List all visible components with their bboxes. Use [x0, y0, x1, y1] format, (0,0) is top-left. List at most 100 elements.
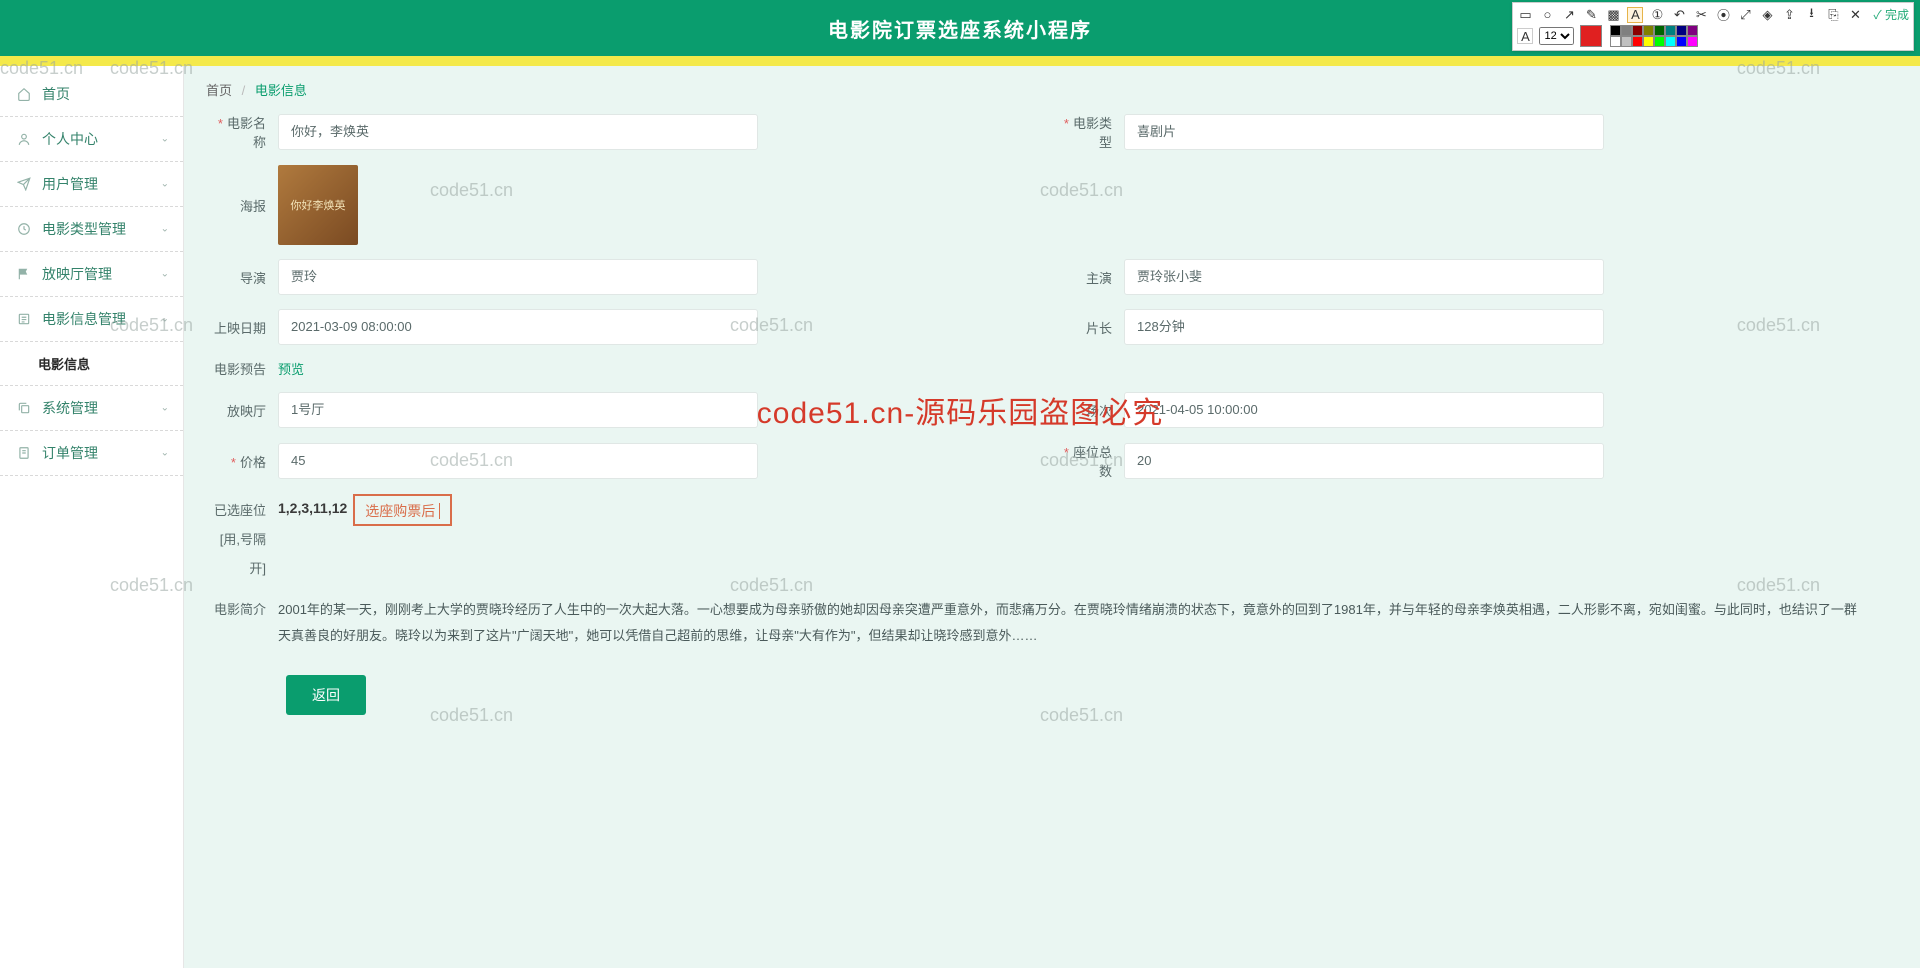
color-swatch[interactable]	[1610, 25, 1621, 36]
synopsis-text: 2001年的某一天，刚刚考上大学的贾晓玲经历了人生中的一次大起大落。一心想要成为…	[278, 597, 1898, 649]
cut-tool-icon[interactable]: ✂	[1693, 7, 1709, 23]
color-swatch[interactable]	[1654, 25, 1665, 36]
chevron-down-icon: ⌄	[161, 134, 169, 145]
sidebar-item-label: 首页	[42, 84, 70, 104]
accent-strip	[0, 56, 1920, 66]
sidebar-item-orders[interactable]: 订单管理 ⌄	[0, 431, 183, 476]
chevron-down-icon: ⌄	[161, 269, 169, 280]
label-hall: 放映厅	[206, 401, 278, 420]
list-icon	[16, 311, 32, 327]
screenshot-tool-palette[interactable]: ▭ ○ ↗ ✎ ▩ A ① ↶ ✂ ⦿ ⤢ ◈ ⇪ ⭳ ⎘ ✕ ✓ 完成 A 1…	[1512, 2, 1914, 51]
copy-tool-icon[interactable]: ⎘	[1825, 7, 1841, 23]
color-swatch[interactable]	[1687, 25, 1698, 36]
breadcrumb-current: 电影信息	[255, 83, 307, 98]
sidebar-item-label: 放映厅管理	[42, 264, 112, 284]
sidebar-item-system[interactable]: 系统管理 ⌄	[0, 386, 183, 431]
label-release: 上映日期	[206, 318, 278, 337]
poster-image[interactable]: 你好李焕英	[278, 165, 358, 245]
session-input[interactable]	[1124, 392, 1604, 428]
breadcrumb-sep: /	[242, 83, 246, 98]
circle-tool-icon[interactable]: ○	[1539, 7, 1555, 23]
record-tool-icon[interactable]: ⦿	[1715, 7, 1731, 23]
label-trailer: 电影预告	[206, 359, 278, 378]
chevron-down-icon: ⌄	[161, 403, 169, 414]
color-swatch[interactable]	[1643, 36, 1654, 47]
user-icon	[16, 131, 32, 147]
app-title: 电影院订票选座系统小程序	[828, 14, 1092, 43]
label-selected-seats-3: 开]	[206, 558, 266, 577]
color-swatch[interactable]	[1676, 36, 1687, 47]
font-size-select[interactable]: 12	[1539, 27, 1574, 45]
director-input[interactable]	[278, 259, 758, 295]
release-date-input[interactable]	[278, 309, 758, 345]
send-icon	[16, 176, 32, 192]
trailer-preview-link[interactable]: 预览	[278, 359, 304, 378]
selected-seats-value: 1,2,3,11,12	[278, 500, 347, 516]
color-swatch[interactable]	[1665, 25, 1676, 36]
duration-input[interactable]	[1124, 309, 1604, 345]
color-swatch[interactable]	[1643, 25, 1654, 36]
color-swatch[interactable]	[1665, 36, 1676, 47]
chevron-down-icon: ⌄	[161, 314, 169, 325]
back-button[interactable]: 返回	[286, 675, 366, 715]
home-icon	[16, 86, 32, 102]
starring-input[interactable]	[1124, 259, 1604, 295]
label-selected-seats-1: 已选座位	[206, 500, 266, 519]
seat-total-input[interactable]	[1124, 443, 1604, 479]
label-price: 价格	[206, 452, 278, 471]
sidebar-item-label: 用户管理	[42, 174, 98, 194]
movie-type-input[interactable]	[1124, 114, 1604, 150]
color-swatch[interactable]	[1621, 36, 1632, 47]
expand-tool-icon[interactable]: ⤢	[1737, 7, 1753, 23]
chevron-down-icon: ⌄	[161, 224, 169, 235]
breadcrumb: 首页 / 电影信息	[206, 80, 1898, 99]
sidebar: 首页 个人中心 ⌄ 用户管理 ⌄ 电影类型管理 ⌄ 放映厅管理 ⌄ 电影信息管理…	[0, 66, 184, 968]
clock-icon	[16, 221, 32, 237]
close-tool-icon[interactable]: ✕	[1847, 7, 1863, 23]
font-label: A	[1517, 28, 1533, 44]
pin-tool-icon[interactable]: ◈	[1759, 7, 1775, 23]
chevron-down-icon: ⌄	[161, 448, 169, 459]
color-swatches	[1610, 25, 1698, 47]
sidebar-item-label: 订单管理	[42, 443, 98, 463]
undo-tool-icon[interactable]: ↶	[1671, 7, 1687, 23]
sidebar-item-users[interactable]: 用户管理 ⌄	[0, 162, 183, 207]
color-swatch[interactable]	[1676, 25, 1687, 36]
price-input[interactable]	[278, 443, 758, 479]
seat-annotation-box[interactable]: 选座购票后	[353, 494, 452, 526]
current-color-swatch[interactable]	[1580, 25, 1602, 47]
sidebar-item-label: 电影类型管理	[42, 219, 126, 239]
note-icon	[16, 445, 32, 461]
label-poster: 海报	[206, 196, 278, 215]
arrow-tool-icon[interactable]: ↗	[1561, 7, 1577, 23]
share-tool-icon[interactable]: ⇪	[1781, 7, 1797, 23]
sidebar-item-movieinfo[interactable]: 电影信息管理 ⌄	[0, 297, 183, 342]
sidebar-item-label: 个人中心	[42, 129, 98, 149]
sidebar-item-home[interactable]: 首页	[0, 72, 183, 117]
label-movie-type: 电影类型	[1052, 113, 1124, 151]
sidebar-item-movietype[interactable]: 电影类型管理 ⌄	[0, 207, 183, 252]
mosaic-tool-icon[interactable]: ▩	[1605, 7, 1621, 23]
color-swatch[interactable]	[1654, 36, 1665, 47]
sidebar-item-profile[interactable]: 个人中心 ⌄	[0, 117, 183, 162]
sidebar-sub-movieinfo[interactable]: 电影信息	[0, 342, 183, 386]
breadcrumb-home[interactable]: 首页	[206, 83, 232, 98]
rect-tool-icon[interactable]: ▭	[1517, 7, 1533, 23]
download-tool-icon[interactable]: ⭳	[1803, 7, 1819, 23]
label-seat-total: 座位总数	[1052, 442, 1124, 480]
sidebar-item-hall[interactable]: 放映厅管理 ⌄	[0, 252, 183, 297]
counter-tool-icon[interactable]: ①	[1649, 7, 1665, 23]
label-selected-seats-2: [用,号隔	[206, 529, 266, 548]
color-swatch[interactable]	[1687, 36, 1698, 47]
color-swatch[interactable]	[1610, 36, 1621, 47]
done-button[interactable]: ✓ 完成	[1873, 6, 1909, 23]
color-swatch[interactable]	[1621, 25, 1632, 36]
pen-tool-icon[interactable]: ✎	[1583, 7, 1599, 23]
color-swatch[interactable]	[1632, 36, 1643, 47]
color-swatch[interactable]	[1632, 25, 1643, 36]
hall-input[interactable]	[278, 392, 758, 428]
text-tool-icon[interactable]: A	[1627, 7, 1643, 23]
movie-name-input[interactable]	[278, 114, 758, 150]
chevron-down-icon: ⌄	[161, 179, 169, 190]
label-session: 场次	[1052, 401, 1124, 420]
